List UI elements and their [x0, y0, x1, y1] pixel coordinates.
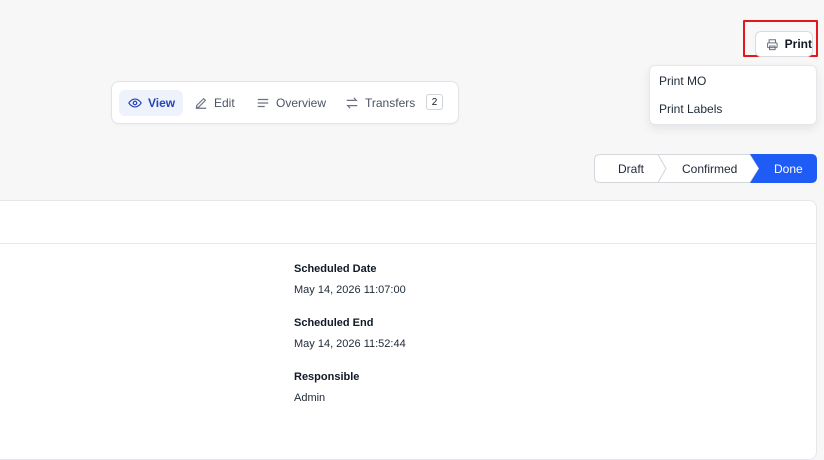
scheduled-date-value: May 14, 2026 11:07:00: [294, 284, 406, 296]
print-dropdown-menu: Print MO Print Labels: [649, 65, 817, 125]
tab-edit-label: Edit: [214, 96, 235, 110]
scheduled-date-label: Scheduled Date: [294, 263, 377, 275]
tab-transfers-label: Transfers: [365, 96, 416, 110]
view-tabs: View Edit Overview Transfers 2: [111, 81, 459, 124]
printer-icon: [767, 38, 778, 50]
tab-overview-label: Overview: [276, 96, 327, 110]
transfers-count-badge: 2: [426, 94, 443, 110]
tab-edit[interactable]: Edit: [194, 90, 235, 116]
arrows-icon: [346, 97, 358, 109]
card-divider: [0, 243, 817, 244]
step-confirmed[interactable]: Confirmed: [682, 162, 737, 176]
responsible-label: Responsible: [294, 371, 360, 383]
print-button[interactable]: Print: [755, 31, 813, 57]
menu-item-print-mo[interactable]: Print MO: [659, 74, 706, 88]
tab-transfers[interactable]: Transfers: [345, 90, 415, 116]
step-done[interactable]: Done: [774, 162, 803, 176]
details-card: [0, 200, 817, 460]
pencil-icon: [195, 97, 207, 109]
responsible-value: Admin: [294, 392, 326, 404]
eye-icon: [128, 98, 142, 108]
step-draft[interactable]: Draft: [618, 162, 644, 176]
print-button-label: Print: [784, 37, 812, 51]
lines-icon: [257, 98, 269, 108]
menu-item-print-labels[interactable]: Print Labels: [659, 102, 722, 116]
tab-overview[interactable]: Overview: [256, 90, 326, 116]
tab-view[interactable]: View: [119, 90, 183, 116]
scheduled-end-value: May 14, 2026 11:52:44: [294, 338, 406, 350]
status-stepper: Draft Confirmed Done: [594, 154, 817, 183]
scheduled-end-label: Scheduled End: [294, 317, 374, 329]
tab-view-label: View: [148, 96, 176, 110]
